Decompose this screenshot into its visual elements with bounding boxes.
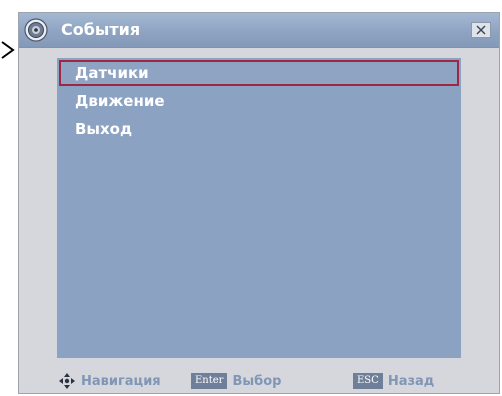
menu-item-motion[interactable]: Движение xyxy=(59,88,459,114)
esc-key-badge: ESC xyxy=(353,373,383,389)
webcam-icon xyxy=(24,18,48,42)
navigation-arrows-icon xyxy=(59,373,75,389)
selection-pointer-icon xyxy=(1,41,15,59)
window-title: События xyxy=(61,20,141,39)
menu-item-exit[interactable]: Выход xyxy=(59,116,459,142)
close-icon xyxy=(476,25,486,35)
events-dialog: События Датчики Движение Выход Навигация… xyxy=(18,12,500,394)
footer-hints: Навигация Enter Выбор ESC Назад xyxy=(19,371,499,391)
hint-back: ESC Назад xyxy=(353,371,434,391)
hint-navigation-label: Навигация xyxy=(81,373,161,389)
hint-select-label: Выбор xyxy=(232,373,282,389)
enter-key-badge: Enter xyxy=(191,373,228,389)
hint-select: Enter Выбор xyxy=(191,371,281,391)
menu-item-sensors[interactable]: Датчики xyxy=(59,60,459,86)
close-button[interactable] xyxy=(471,22,491,38)
menu-panel: Датчики Движение Выход xyxy=(57,58,461,358)
hint-navigation: Навигация xyxy=(59,371,161,391)
hint-back-label: Назад xyxy=(387,373,435,389)
title-bar: События xyxy=(19,13,499,48)
